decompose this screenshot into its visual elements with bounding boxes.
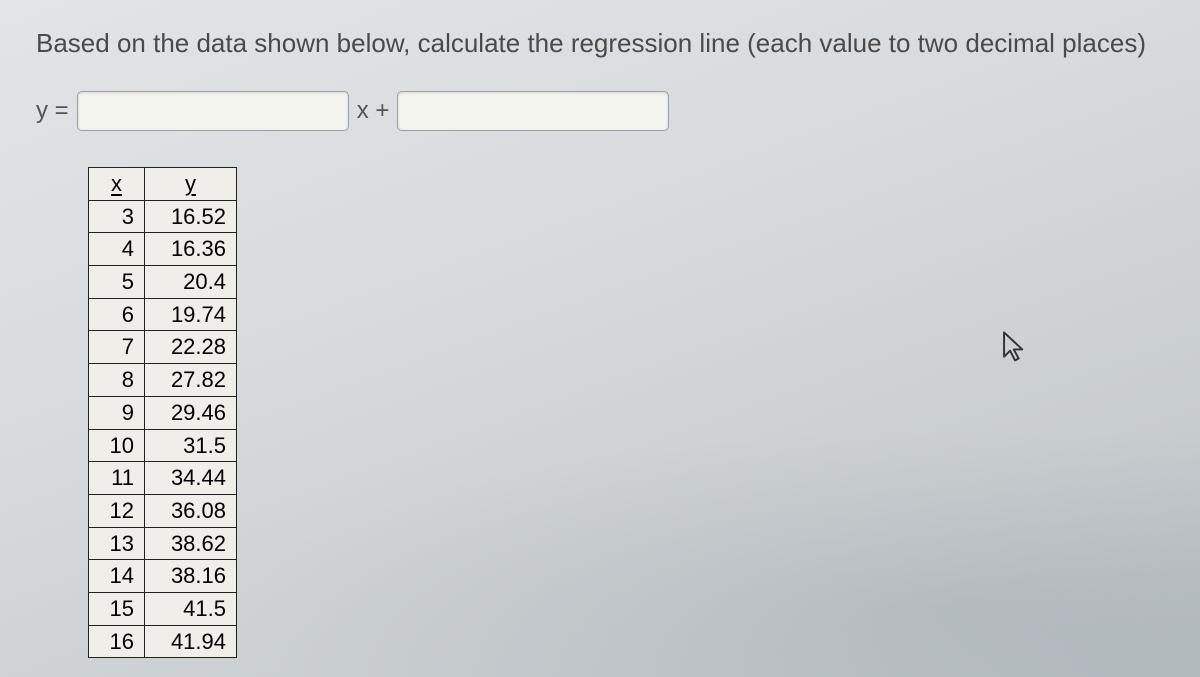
cell-y: 38.16 [145,560,237,593]
header-x: x [89,168,145,201]
cell-y: 19.74 [145,298,237,331]
cell-y: 16.52 [145,200,237,233]
cell-y: 34.44 [145,462,237,495]
table-row: 520.4 [89,266,237,299]
table-row: 1134.44 [89,462,237,495]
table-row: 827.82 [89,364,237,397]
cell-x: 12 [89,494,145,527]
y-equals-label: y = [36,97,69,125]
table-row: 1236.08 [89,494,237,527]
table-row: 619.74 [89,298,237,331]
regression-equation-row: y = x + [36,91,1164,131]
table-row: 929.46 [89,396,237,429]
table-row: 1338.62 [89,527,237,560]
table-row: 1641.94 [89,625,237,658]
cell-y: 36.08 [145,494,237,527]
table-header-row: x y [89,168,237,201]
table-row: 1031.5 [89,429,237,462]
cell-x: 6 [89,298,145,331]
cell-x: 4 [89,233,145,266]
table-row: 722.28 [89,331,237,364]
intercept-input[interactable] [397,91,669,131]
table-row: 316.52 [89,200,237,233]
header-y: y [145,168,237,201]
cell-y: 29.46 [145,396,237,429]
cell-x: 16 [89,625,145,658]
cell-x: 9 [89,396,145,429]
slope-input[interactable] [77,91,349,131]
table-row: 416.36 [89,233,237,266]
cell-y: 22.28 [145,331,237,364]
cell-x: 14 [89,560,145,593]
cell-x: 10 [89,429,145,462]
cell-x: 8 [89,364,145,397]
x-plus-label: x + [357,97,390,125]
cell-x: 5 [89,266,145,299]
cell-y: 41.5 [145,592,237,625]
cell-x: 3 [89,200,145,233]
table-row: 1541.5 [89,592,237,625]
cell-y: 16.36 [145,233,237,266]
cell-y: 31.5 [145,429,237,462]
cell-y: 20.4 [145,266,237,299]
question-prompt: Based on the data shown below, calculate… [36,24,1164,63]
cell-y: 27.82 [145,364,237,397]
cell-x: 7 [89,331,145,364]
cell-x: 13 [89,527,145,560]
cell-y: 41.94 [145,625,237,658]
cell-x: 11 [89,462,145,495]
cell-y: 38.62 [145,527,237,560]
cell-x: 15 [89,592,145,625]
data-table-container: x y 316.52416.36520.4619.74722.28827.829… [88,167,1164,658]
xy-data-table: x y 316.52416.36520.4619.74722.28827.829… [88,167,237,658]
table-row: 1438.16 [89,560,237,593]
